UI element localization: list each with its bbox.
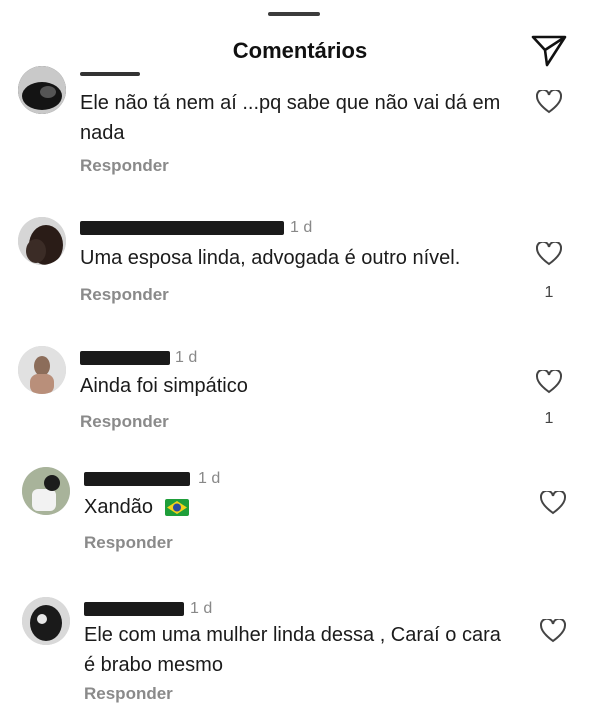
reply-button[interactable]: Responder [80,285,169,305]
avatar[interactable] [22,597,70,645]
avatar[interactable] [22,467,70,515]
comment-time: 1 d [190,600,213,617]
like-count: 1 [544,284,554,301]
username-redacted [80,351,170,365]
username-redacted [80,72,140,76]
username-redacted [84,472,190,486]
comment-text-label: Xandão [84,496,153,518]
brazil-flag-icon [164,499,189,517]
avatar[interactable] [18,217,66,265]
heart-icon[interactable] [536,90,562,114]
comment-text: Ele não tá nem aí ...pq sabe que não vai… [80,92,501,144]
comment-time: 1 d [198,470,221,487]
comment-time: 1 d [175,349,198,366]
comments-sheet: Comentários Ele não tá nem aí ...pq sabe… [0,0,600,725]
comment-time: 1 d [290,219,313,236]
reply-button[interactable]: Responder [80,412,169,432]
username-redacted [84,602,184,616]
reply-button[interactable]: Responder [84,684,173,704]
heart-icon[interactable] [540,619,566,643]
comment-text: Xandão [84,492,514,522]
reply-button[interactable]: Responder [84,533,173,553]
reply-button[interactable]: Responder [80,156,169,176]
comment-text: Ele com uma mulher linda dessa , Caraí o… [84,624,501,676]
comment-text: Ainda foi simpático [80,375,248,397]
comment-item: Ele não tá nem aí ...pq sabe que não vai… [0,0,600,190]
username-redacted [80,221,284,235]
heart-icon[interactable] [540,491,566,515]
avatar[interactable] [18,346,66,394]
comment-text: Uma esposa linda, advogada é outro nível… [80,247,461,269]
heart-icon[interactable] [536,242,562,266]
avatar[interactable] [18,66,66,114]
heart-icon[interactable] [536,370,562,394]
like-count: 1 [544,410,554,427]
